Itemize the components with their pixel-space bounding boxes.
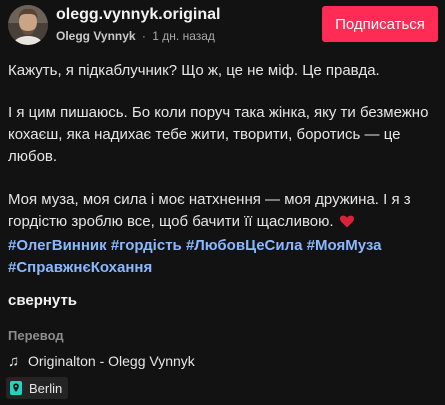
heart-emoji-icon	[339, 215, 354, 228]
hashtag-link[interactable]: #гордість	[111, 237, 182, 254]
hashtag-link[interactable]: #ОлегВинник	[8, 237, 107, 254]
hashtag-list: #ОлегВинник #гордість #ЛюбовЦеСила #МояМ…	[8, 235, 433, 279]
post-time: 1 дн. назад	[152, 29, 215, 43]
location-pin-icon	[10, 381, 22, 395]
avatar[interactable]	[8, 5, 48, 45]
translate-link[interactable]: Перевод	[8, 328, 64, 343]
caption-paragraph: Кажуть, я підкаблучник? Що ж, це не міф.…	[8, 62, 380, 79]
music-track[interactable]: ♫ Originalton - Olegg Vynnyk	[8, 351, 195, 371]
location-tag[interactable]: Berlin	[6, 377, 69, 399]
hashtag-link[interactable]: #СправжнєКохання	[8, 259, 152, 276]
follow-button[interactable]: Подписаться	[322, 6, 438, 42]
caption-paragraph: І я цим пишаюсь. Бо коли поруч така жінк…	[8, 104, 429, 165]
hashtag-link[interactable]: #ЛюбовЦеСила	[186, 237, 303, 254]
avatar-image	[8, 5, 48, 45]
username[interactable]: olegg.vynnyk.original	[56, 6, 220, 24]
post-caption: Кажуть, я підкаблучник? Що ж, це не міф.…	[8, 60, 433, 253]
music-title: Originalton - Olegg Vynnyk	[28, 353, 195, 369]
caption-paragraph: Моя муза, моя сила і моє натхнення — моя…	[8, 189, 433, 233]
display-name[interactable]: Olegg Vynnyk	[56, 29, 136, 43]
music-note-icon: ♫	[8, 352, 20, 370]
hashtag-link[interactable]: #МояМуза	[307, 237, 382, 254]
collapse-button[interactable]: свернуть	[8, 292, 77, 309]
post-header: olegg.vynnyk.original Olegg Vynnyk · 1 д…	[0, 0, 445, 50]
location-name: Berlin	[29, 380, 63, 396]
subline-separator: ·	[141, 29, 146, 43]
author-subline: Olegg Vynnyk · 1 дн. назад	[56, 29, 215, 43]
